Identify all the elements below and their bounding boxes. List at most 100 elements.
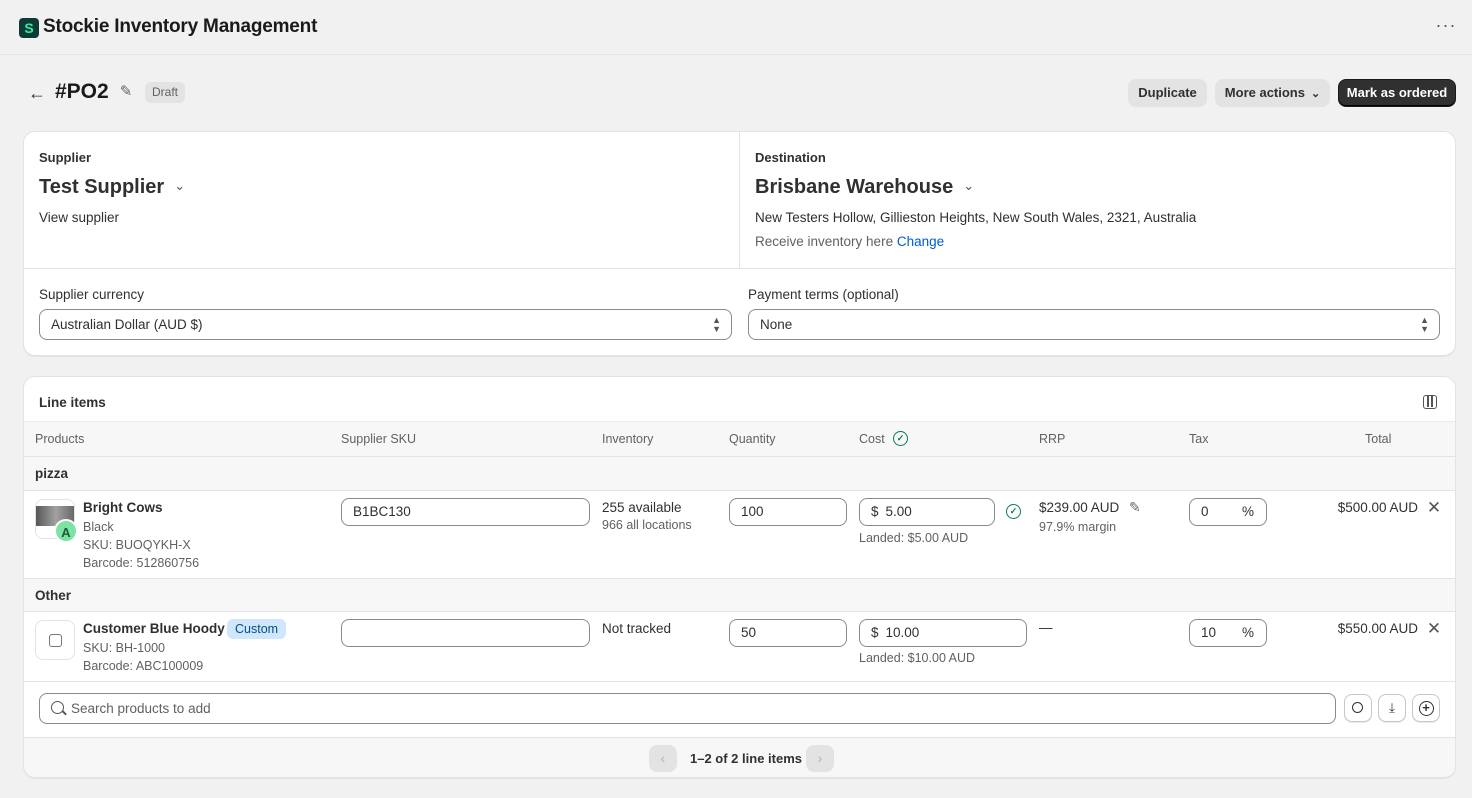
remove-item-close-icon[interactable]: ✕	[1426, 620, 1442, 637]
download-icon: ⤓	[1389, 700, 1395, 715]
payment-terms-select[interactable]: None ▲ ▼	[748, 309, 1440, 340]
search-icon	[1352, 702, 1363, 713]
app-title: Stockie Inventory Management	[43, 16, 318, 37]
rrp-value: $239.00 AUD	[1039, 500, 1120, 515]
tax-unit: %	[1241, 625, 1254, 640]
receive-inventory-text: Receive inventory here	[755, 234, 894, 249]
tax-value: 0	[1201, 504, 1209, 519]
col-supplier-sku: Supplier SKU	[341, 432, 417, 446]
group-row: pizza	[24, 457, 1455, 491]
duplicate-button[interactable]: Duplicate	[1128, 79, 1207, 107]
more-menu-icon[interactable]: ···	[1434, 16, 1458, 38]
stockie-logo-icon	[19, 18, 39, 38]
quantity-input[interactable]: 100	[729, 498, 847, 526]
product-image-placeholder	[35, 620, 75, 660]
search-placeholder: Search products to add	[71, 701, 211, 716]
destination-select[interactable]: Brisbane Warehouse ⌄	[755, 176, 974, 199]
product-barcode: Barcode: 512860756	[83, 556, 200, 570]
group-label: pizza	[35, 466, 69, 481]
col-tax: Tax	[1189, 432, 1209, 446]
remove-item-close-icon[interactable]: ✕	[1426, 499, 1442, 516]
quantity-value: 100	[741, 504, 764, 519]
app-top-bar: Stockie Inventory Management ···	[0, 0, 1472, 55]
payment-terms-label: Payment terms (optional)	[748, 287, 899, 302]
line-items-card: Line items Products Supplier SKU Invento…	[23, 376, 1456, 778]
more-actions-button[interactable]: More actions ⌄	[1215, 79, 1330, 107]
image-placeholder-icon	[49, 634, 62, 647]
add-item-button[interactable]: +	[1412, 694, 1440, 722]
line-total: $550.00 AUD	[1337, 621, 1418, 636]
supplier-sku-input[interactable]: B1BC130	[341, 498, 590, 526]
pagination-text: 1–2 of 2 line items	[690, 751, 802, 766]
cost-verified-check-icon: ✓	[893, 431, 908, 446]
section-divider	[24, 268, 1455, 269]
col-rrp: RRP	[1039, 432, 1066, 446]
product-search-input[interactable]: Search products to add	[39, 693, 1336, 724]
chevron-down-icon: ⌄	[1310, 88, 1321, 100]
col-cost: Cost	[859, 432, 885, 446]
destination-address: New Testers Hollow, Gillieston Heights, …	[755, 210, 1197, 225]
next-page-button[interactable]: ›	[806, 745, 834, 772]
supplier-label: Supplier	[39, 150, 92, 165]
avatar: A	[54, 519, 78, 543]
col-total: Total	[1365, 432, 1392, 446]
product-barcode: Barcode: ABC100009	[83, 659, 204, 673]
currency-prefix: $	[871, 504, 879, 519]
rrp-margin: 97.9% margin	[1039, 520, 1117, 534]
divider	[24, 681, 1455, 682]
supplier-sku-value: B1BC130	[353, 504, 411, 519]
receive-inventory-row: Receive inventory here Change	[755, 234, 944, 249]
product-sku: SKU: BH-1000	[83, 641, 165, 655]
po-details-card: Supplier Test Supplier ⌄ View supplier De…	[23, 131, 1456, 356]
destination-label: Destination	[755, 150, 826, 165]
duplicate-label: Duplicate	[1138, 85, 1197, 100]
currency-select[interactable]: Australian Dollar (AUD $) ▲ ▼	[39, 309, 732, 340]
change-destination-link[interactable]: Change	[897, 234, 944, 249]
product-name[interactable]: Bright Cows	[83, 500, 163, 515]
group-label: Other	[35, 588, 72, 603]
cost-input[interactable]: $10.00	[859, 619, 1027, 647]
search-icon	[51, 701, 64, 714]
destination-name: Brisbane Warehouse	[755, 176, 954, 198]
supplier-sku-input[interactable]	[341, 619, 590, 647]
quantity-input[interactable]: 50	[729, 619, 847, 647]
supplier-select[interactable]: Test Supplier ⌄	[39, 176, 185, 199]
columns-toggle-icon[interactable]	[1423, 395, 1437, 409]
mark-as-ordered-button[interactable]: Mark as ordered	[1338, 79, 1456, 107]
landed-cost: Landed: $10.00 AUD	[859, 651, 976, 665]
search-button[interactable]	[1344, 694, 1372, 722]
landed-cost: Landed: $5.00 AUD	[859, 531, 969, 545]
import-button[interactable]: ⤓	[1378, 694, 1406, 722]
custom-badge: Custom	[227, 619, 287, 639]
col-products: Products	[35, 432, 85, 446]
pencil-icon[interactable]: ✎	[117, 83, 135, 101]
chevron-down-icon: ⌄	[174, 178, 186, 193]
tax-input[interactable]: 0%	[1189, 498, 1267, 526]
cost-value: 5.00	[885, 504, 912, 519]
back-arrow-icon[interactable]: ←	[26, 82, 48, 104]
inventory-status: Not tracked	[602, 621, 672, 636]
mark-as-ordered-label: Mark as ordered	[1346, 85, 1448, 100]
group-row: Other	[24, 578, 1455, 612]
cost-check-icon: ✓	[1006, 504, 1021, 519]
cost-input[interactable]: $5.00	[859, 498, 995, 526]
quantity-value: 50	[741, 625, 757, 640]
chevron-down-icon: ⌄	[963, 178, 975, 193]
edit-rrp-pencil-icon[interactable]: ✎	[1129, 499, 1141, 516]
supplier-name: Test Supplier	[39, 176, 165, 198]
cost-value: 10.00	[885, 625, 920, 640]
currency-value: Australian Dollar (AUD $)	[51, 317, 203, 332]
product-variant: Black	[83, 520, 114, 534]
currency-label: Supplier currency	[39, 287, 145, 302]
view-supplier-link[interactable]: View supplier	[39, 210, 119, 225]
inventory-available: 255 available	[602, 500, 682, 515]
previous-page-button[interactable]: ‹	[649, 745, 677, 772]
currency-prefix: $	[871, 625, 879, 640]
col-inventory: Inventory	[602, 432, 654, 446]
select-arrows-icon: ▲ ▼	[1420, 315, 1429, 334]
tax-unit: %	[1241, 504, 1254, 519]
column-divider	[739, 132, 740, 268]
product-name[interactable]: Customer Blue Hoody	[83, 621, 225, 636]
col-quantity: Quantity	[729, 432, 776, 446]
tax-input[interactable]: 10%	[1189, 619, 1267, 647]
